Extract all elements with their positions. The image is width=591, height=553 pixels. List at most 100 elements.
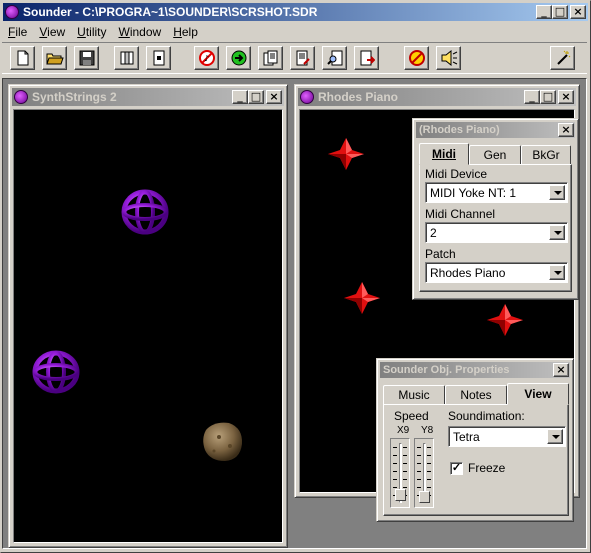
synth-canvas[interactable] — [13, 109, 283, 543]
export-page-icon — [360, 50, 375, 66]
rhodes-title: Rhodes Piano — [318, 90, 399, 104]
menu-file[interactable]: File — [2, 25, 33, 39]
soundimation-select[interactable]: Tetra — [448, 426, 566, 447]
export-page-button[interactable] — [354, 46, 379, 70]
rhodes-maximize-button[interactable]: □ — [540, 90, 556, 104]
open-folder-icon — [45, 53, 64, 65]
synth-maximize-button[interactable]: □ — [248, 90, 264, 104]
rhodes-close-button[interactable]: × — [558, 90, 574, 104]
mute-button[interactable]: ♪ — [194, 46, 219, 70]
speaker-icon — [441, 50, 457, 66]
minimize-button[interactable]: _ — [536, 5, 552, 19]
props-panel-title: Sounder Obj. Properties — [383, 364, 510, 376]
magic-wand-icon — [556, 50, 570, 65]
midi-device-select[interactable]: MIDI Yoke NT: 1 — [425, 182, 568, 203]
midi-device-label: Midi Device — [425, 167, 488, 181]
object-properties-panel: Sounder Obj. Properties × Music Notes Vi… — [376, 358, 574, 522]
new-file-button[interactable] — [10, 46, 35, 70]
rock-object[interactable] — [203, 422, 243, 461]
speed-x-thumb[interactable] — [395, 489, 406, 501]
tab-music[interactable]: Music — [383, 385, 445, 405]
menu-view[interactable]: View — [33, 25, 71, 39]
red-tetra-object[interactable] — [328, 138, 364, 170]
tab-bkgr[interactable]: BkGr — [521, 145, 571, 165]
menu-utility[interactable]: Utility — [71, 25, 112, 39]
midi-device-value: MIDI Yoke NT: 1 — [430, 186, 517, 200]
chevron-down-icon[interactable] — [549, 265, 565, 280]
menu-help[interactable]: Help — [167, 25, 204, 39]
view-tab-panel: Speed X9 Y8 Soundimation: Tetra ✓ Freeze — [383, 404, 569, 516]
rhodes-minimize-button[interactable]: _ — [524, 90, 540, 104]
midi-panel-close-button[interactable]: × — [558, 123, 574, 137]
speaker-button[interactable] — [436, 46, 461, 70]
rhodes-window-icon[interactable] — [300, 90, 314, 104]
menu-window[interactable]: Window — [113, 25, 168, 39]
midi-channel-select[interactable]: 2 — [425, 222, 568, 243]
maximize-button[interactable]: □ — [552, 5, 568, 19]
tab-midi[interactable]: Midi — [419, 143, 469, 165]
synth-title: SynthStrings 2 — [32, 90, 117, 104]
close-button[interactable]: × — [570, 5, 586, 19]
chevron-down-icon[interactable] — [547, 429, 563, 444]
props-panel-tabs: Music Notes View — [383, 383, 569, 405]
save-button[interactable] — [74, 46, 99, 70]
red-tetra-object[interactable] — [487, 304, 523, 336]
tab-notes[interactable]: Notes — [445, 385, 507, 405]
speed-y-label: Y8 — [421, 425, 434, 436]
library-button[interactable] — [114, 46, 139, 70]
purple-sphere-object[interactable] — [121, 189, 169, 235]
speed-x-label: X9 — [397, 425, 410, 436]
props-panel-close-button[interactable]: × — [553, 363, 569, 377]
edit-page-icon — [296, 50, 310, 66]
freeze-checkbox[interactable]: ✓ — [450, 462, 463, 475]
tab-gen[interactable]: Gen — [469, 145, 521, 165]
go-arrow-icon — [231, 50, 246, 66]
chevron-down-icon[interactable] — [549, 225, 565, 240]
patch-value: Rhodes Piano — [430, 266, 506, 280]
app-icon[interactable] — [5, 5, 19, 19]
new-file-icon — [17, 50, 28, 66]
synth-close-button[interactable]: × — [266, 90, 282, 104]
library-icon — [120, 51, 133, 65]
speed-y-slider[interactable] — [414, 438, 434, 508]
synth-window-icon[interactable] — [14, 90, 28, 104]
props-panel-title-bar[interactable]: Sounder Obj. Properties — [380, 362, 570, 378]
edit-page-button[interactable] — [290, 46, 315, 70]
midi-settings-panel: (Rhodes Piano) × Midi Gen BkGr Midi Devi… — [412, 118, 579, 300]
go-button[interactable] — [226, 46, 251, 70]
speed-x-slider[interactable] — [390, 438, 410, 508]
chevron-down-icon[interactable] — [549, 185, 565, 200]
save-disk-icon — [79, 50, 94, 66]
main-title-bar[interactable]: Sounder - C:\PROGRA~1\SOUNDER\SCRSHOT.SD… — [3, 3, 588, 21]
soundimation-label: Soundimation: — [448, 409, 525, 423]
open-button[interactable] — [42, 46, 67, 70]
red-tetra-object[interactable] — [344, 282, 380, 314]
pages-icon — [263, 50, 277, 66]
pages-button[interactable] — [258, 46, 283, 70]
toolbar: ♪ — [2, 42, 587, 74]
midi-tab-panel: Midi Device MIDI Yoke NT: 1 Midi Channel… — [419, 164, 572, 292]
document-button[interactable] — [146, 46, 171, 70]
midi-panel-title-bar[interactable]: (Rhodes Piano) — [416, 122, 575, 138]
speed-label: Speed — [394, 409, 429, 423]
midi-panel-tabs: Midi Gen BkGr — [419, 143, 571, 165]
soundimation-value: Tetra — [453, 430, 480, 444]
synth-strings-window: SynthStrings 2 _ □ × — [8, 84, 288, 548]
document-icon — [153, 50, 164, 66]
midi-panel-title: (Rhodes Piano) — [419, 124, 500, 136]
synth-title-bar[interactable]: SynthStrings 2 _ □ × — [12, 88, 284, 106]
magic-wand-button[interactable] — [550, 46, 575, 70]
synth-minimize-button[interactable]: _ — [232, 90, 248, 104]
find-page-button[interactable] — [322, 46, 347, 70]
freeze-label: Freeze — [468, 461, 506, 475]
menu-bar: File View Utility Window Help — [2, 22, 587, 41]
svg-text:♪: ♪ — [204, 54, 209, 63]
speed-y-thumb[interactable] — [419, 491, 430, 503]
purple-sphere-object[interactable] — [32, 350, 80, 394]
synth-scene — [32, 189, 243, 461]
patch-select[interactable]: Rhodes Piano — [425, 262, 568, 283]
find-page-icon — [326, 50, 342, 66]
stop-sound-button[interactable] — [404, 46, 429, 70]
tab-view[interactable]: View — [507, 383, 569, 405]
rhodes-title-bar[interactable]: Rhodes Piano _ □ × — [298, 88, 576, 106]
